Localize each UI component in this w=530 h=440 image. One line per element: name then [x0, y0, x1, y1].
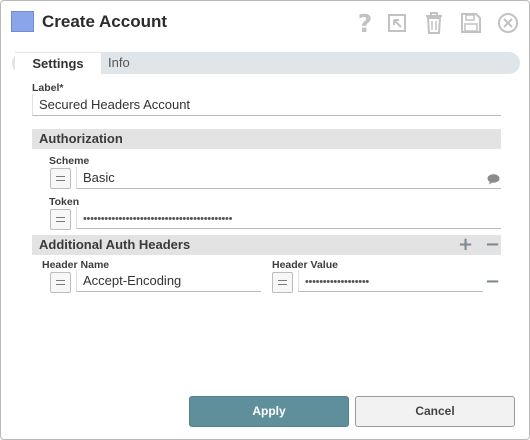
label-input[interactable]: Secured Headers Account	[32, 94, 501, 116]
cancel-button[interactable]: Cancel	[355, 396, 515, 427]
remove-all-headers-icon[interactable]: −	[485, 236, 500, 254]
token-expression-toggle[interactable]	[50, 209, 71, 230]
save-icon[interactable]	[459, 10, 483, 36]
additional-headers-section-header: Additional Auth Headers	[32, 235, 501, 255]
authorization-section-header: Authorization	[32, 129, 501, 149]
scheme-expression-toggle[interactable]	[50, 168, 71, 189]
suggestion-bubble-icon[interactable]	[487, 172, 500, 190]
token-masked-value: ••••••••••••••••••••••••••••••••••••••••…	[83, 213, 233, 225]
apply-button[interactable]: Apply	[189, 396, 349, 427]
create-account-dialog: Create Account ? Settings Info Label* Se…	[0, 0, 530, 440]
header-name-expression-toggle[interactable]	[50, 272, 71, 293]
scheme-label: Scheme	[49, 155, 90, 167]
account-type-icon	[11, 11, 34, 32]
header-value-masked: ••••••••••••••••••	[305, 276, 369, 288]
help-icon[interactable]: ?	[353, 9, 377, 38]
header-value-input[interactable]: ••••••••••••••••••	[298, 270, 483, 292]
export-icon[interactable]	[386, 10, 410, 36]
token-label: Token	[49, 196, 80, 208]
tab-settings[interactable]: Settings	[15, 52, 101, 74]
header-name-input[interactable]: Accept-Encoding	[76, 270, 261, 292]
header-value-expression-toggle[interactable]	[272, 272, 293, 293]
dialog-title: Create Account	[42, 12, 168, 31]
scheme-select[interactable]: Basic	[76, 167, 501, 189]
scheme-value: Basic	[83, 170, 115, 185]
close-icon[interactable]	[496, 10, 520, 36]
add-header-icon[interactable]: +	[458, 236, 473, 254]
delete-icon[interactable]	[422, 10, 446, 36]
label-field-label: Label*	[32, 82, 64, 94]
remove-header-row-icon[interactable]: −	[485, 273, 500, 291]
token-input[interactable]: ••••••••••••••••••••••••••••••••••••••••…	[76, 207, 501, 229]
tab-info[interactable]: Info	[100, 52, 138, 74]
